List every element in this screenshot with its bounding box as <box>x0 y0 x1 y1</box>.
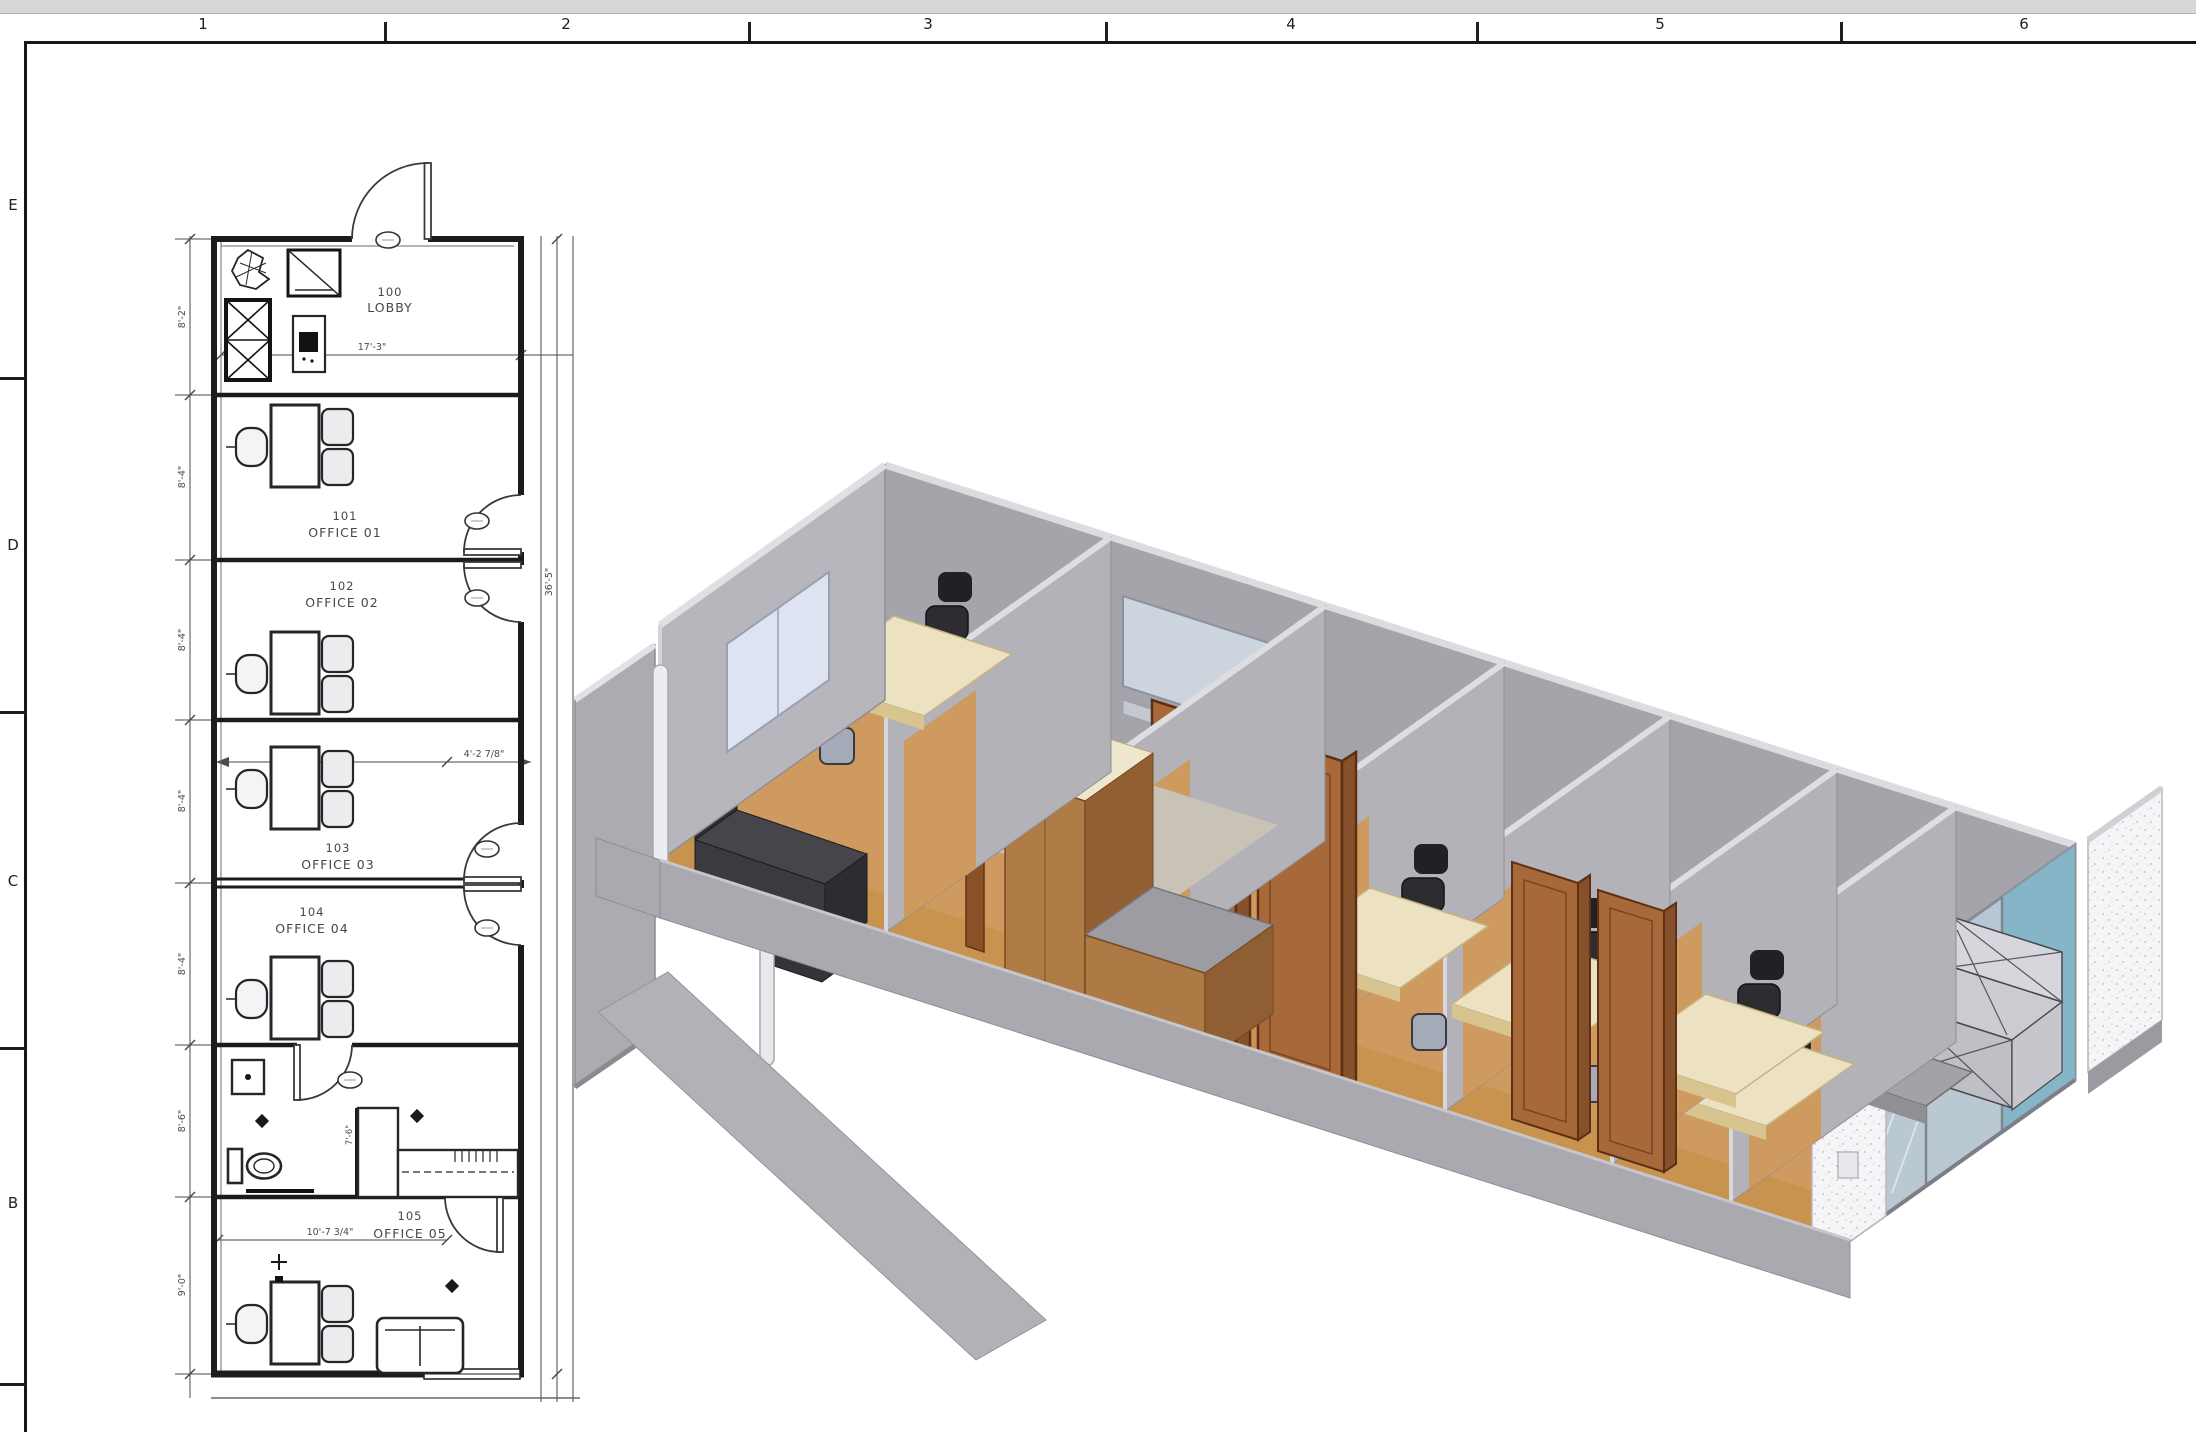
grid-column-label-3: 3 <box>906 15 950 33</box>
grid-column-label-6: 6 <box>2002 15 2046 33</box>
plan-cross-marker <box>271 1254 287 1270</box>
dim-left-2: 8'-4" <box>177 466 188 489</box>
room-label-101-number: 101 <box>333 509 358 523</box>
room-label-103-number: 103 <box>326 841 351 855</box>
plan-toilet <box>228 1149 281 1183</box>
drawing-sheet: 1 2 3 4 5 6 E D C B <box>0 0 2196 1432</box>
ent-door-swing <box>352 163 428 239</box>
door-leaf-105 <box>497 1197 503 1252</box>
room-label-100-name: LOBBY <box>367 300 412 315</box>
grid-tick <box>0 711 27 714</box>
iso-3d-view <box>555 355 2196 1365</box>
dim-left-4: 8'-4" <box>177 790 188 813</box>
iso-small-box <box>1838 1152 1858 1178</box>
plan-diamond-marker <box>445 1279 459 1293</box>
plan-desk-105 <box>226 1282 353 1364</box>
plan-desk-104 <box>226 957 353 1039</box>
grid-column-label-1: 1 <box>181 15 225 33</box>
plan-diamond-marker <box>410 1109 424 1123</box>
grid-tick <box>748 22 751 42</box>
grid-row-label-D: D <box>3 536 23 554</box>
plan-door-tags <box>338 232 499 1088</box>
room-label-102-name: OFFICE 02 <box>305 595 378 610</box>
plan-desk-101 <box>226 405 353 487</box>
sheet-border-top <box>24 41 2196 44</box>
room-label-103-name: OFFICE 03 <box>301 857 374 872</box>
dim-left-3: 8'-4" <box>177 629 188 652</box>
dim-kitchen-depth: 7'-6" <box>345 1125 355 1145</box>
dim-lobby-width: 17'-3" <box>358 342 387 353</box>
grid-tick <box>0 1383 27 1386</box>
door-leaf-101 <box>464 549 521 555</box>
plan-kitchen-counter <box>358 1108 518 1197</box>
door-leaf-104 <box>464 885 521 891</box>
ent-door-leaf <box>425 163 432 239</box>
grid-tick <box>1476 22 1479 42</box>
grid-tick <box>0 377 27 380</box>
plan-plant <box>232 250 269 289</box>
sheet-border-left <box>24 41 27 1432</box>
room-label-101-name: OFFICE 01 <box>308 525 381 540</box>
door-swing-104 <box>464 888 521 945</box>
grid-tick <box>1840 22 1843 42</box>
plan-desk-103 <box>226 747 353 829</box>
room-label-100-number: 100 <box>378 285 403 299</box>
dim-left-5: 8'-4" <box>177 953 188 976</box>
window-top-strip <box>0 0 2196 14</box>
dim-office5-width: 10'-7 3/4" <box>307 1227 354 1238</box>
iso-column <box>760 940 774 1065</box>
grid-row-label-C: C <box>3 872 23 890</box>
grid-tick <box>1105 22 1108 42</box>
room-label-104-number: 104 <box>300 905 325 919</box>
door-swing-105 <box>445 1197 500 1252</box>
plan-furniture <box>226 250 518 1373</box>
room-label-105-name: OFFICE 05 <box>373 1226 446 1241</box>
dim-left-1: 8'-2" <box>177 306 188 329</box>
door-leaf-restroom <box>294 1045 300 1100</box>
room-label-104-name: OFFICE 04 <box>275 921 348 936</box>
grid-tick <box>0 1047 27 1050</box>
floor-plan-view: 17'-3" 12'-5" 4'-2 7/8" 10'-7 3/4" 4'-9 … <box>148 158 618 1432</box>
iso-column <box>653 665 668 880</box>
plan-couch <box>377 1318 463 1373</box>
grid-column-label-4: 4 <box>1269 15 1313 33</box>
door-leaf-103 <box>464 877 521 883</box>
dim-overall-right: 36'-5" <box>544 568 555 597</box>
grid-tick <box>384 22 387 42</box>
plan-sink <box>232 1060 264 1094</box>
plan-desk-102 <box>226 632 353 714</box>
grid-row-label-B: B <box>3 1194 23 1212</box>
grid-column-label-5: 5 <box>1638 15 1682 33</box>
room-label-105-number: 105 <box>398 1209 423 1223</box>
plan-diamond-marker <box>255 1114 269 1128</box>
room-label-102-number: 102 <box>330 579 355 593</box>
grid-column-label-2: 2 <box>544 15 588 33</box>
grid-row-label-E: E <box>3 196 23 214</box>
door-leaf-102 <box>464 562 521 568</box>
dim-office3-right: 4'-2 7/8" <box>464 749 505 760</box>
dim-left-7: 9'-0" <box>177 1274 188 1297</box>
dim-left-6: 8'-6" <box>177 1110 188 1133</box>
